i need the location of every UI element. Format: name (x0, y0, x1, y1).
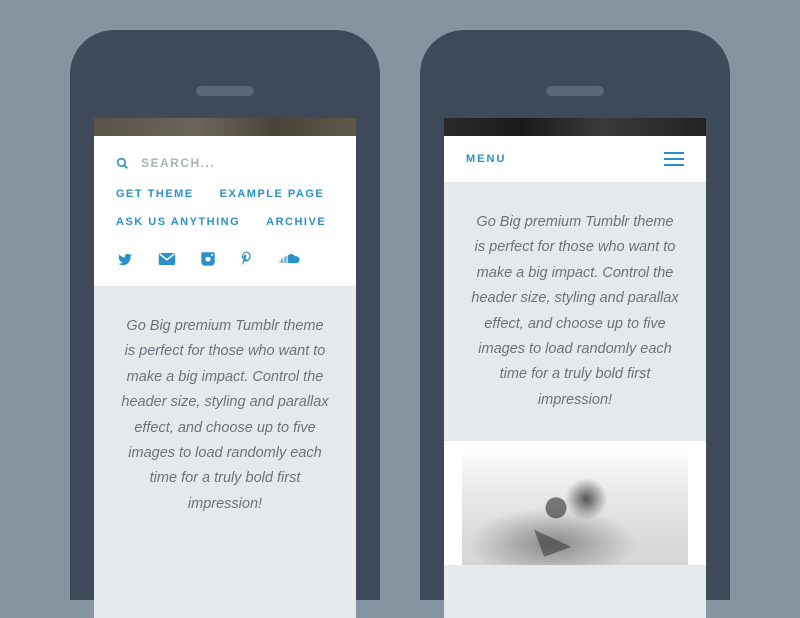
hero-image (444, 118, 706, 136)
soundcloud-icon[interactable] (279, 253, 301, 265)
intro-paragraph: Go Big premium Tumblr theme is perfect f… (94, 286, 356, 545)
nav-archive[interactable]: ARCHIVE (266, 216, 326, 228)
screen-right: MENU Go Big premium Tumblr theme is perf… (444, 118, 706, 618)
mail-icon[interactable] (158, 252, 176, 266)
search-icon (116, 157, 129, 170)
menu-label[interactable]: MENU (466, 153, 506, 165)
social-row (116, 250, 334, 268)
phone-speaker (546, 86, 604, 96)
nav-get-theme[interactable]: GET THEME (116, 188, 194, 200)
hero-image (94, 118, 356, 136)
phone-mockup-left: GET THEME EXAMPLE PAGE ASK US ANYTHING A… (70, 30, 380, 600)
screen-left: GET THEME EXAMPLE PAGE ASK US ANYTHING A… (94, 118, 356, 618)
instagram-icon[interactable] (200, 251, 216, 267)
post-card (444, 441, 706, 565)
post-photo[interactable] (462, 455, 688, 565)
twitter-icon[interactable] (116, 252, 134, 267)
nav-example-page[interactable]: EXAMPLE PAGE (220, 188, 325, 200)
nav-links: GET THEME EXAMPLE PAGE ASK US ANYTHING A… (116, 188, 334, 228)
pinterest-icon[interactable] (240, 250, 255, 268)
search-row (116, 156, 334, 170)
search-input[interactable] (141, 156, 334, 170)
intro-paragraph: Go Big premium Tumblr theme is perfect f… (444, 182, 706, 441)
phone-speaker (196, 86, 254, 96)
menu-bar: MENU (444, 136, 706, 182)
nav-ask-anything[interactable]: ASK US ANYTHING (116, 216, 240, 228)
header-card: GET THEME EXAMPLE PAGE ASK US ANYTHING A… (94, 136, 356, 286)
phone-mockup-right: MENU Go Big premium Tumblr theme is perf… (420, 30, 730, 600)
hamburger-icon[interactable] (664, 152, 684, 166)
